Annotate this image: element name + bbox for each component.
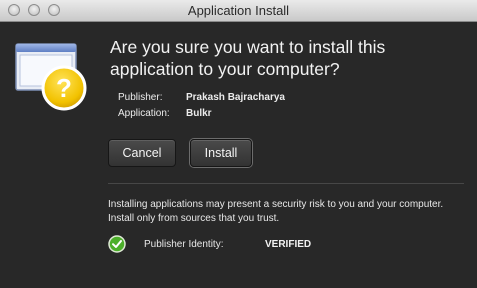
publisher-value: Prakash Bajracharya bbox=[186, 92, 285, 103]
publisher-identity-label: Publisher Identity: bbox=[144, 239, 224, 250]
question-mark-window-icon: ? bbox=[15, 43, 87, 111]
window-title: Application Install bbox=[187, 3, 290, 18]
green-check-icon bbox=[108, 235, 126, 253]
svg-text:?: ? bbox=[56, 73, 72, 103]
dialog-headline: Are you sure you want to install this ap… bbox=[110, 37, 386, 79]
cancel-button[interactable]: Cancel bbox=[108, 139, 176, 167]
publisher-label: Publisher: bbox=[118, 92, 163, 103]
divider bbox=[108, 183, 464, 184]
install-button[interactable]: Install bbox=[190, 139, 252, 167]
publisher-identity-status: VERIFIED bbox=[265, 239, 312, 250]
install-dialog-window: Application Install ? Are you sure you w… bbox=[0, 0, 477, 288]
application-label: Application: bbox=[118, 108, 170, 119]
security-warning-text: Installing applications may present a se… bbox=[108, 199, 444, 224]
title-bar[interactable]: Application Install bbox=[0, 0, 477, 22]
application-value: Bulkr bbox=[186, 108, 212, 119]
